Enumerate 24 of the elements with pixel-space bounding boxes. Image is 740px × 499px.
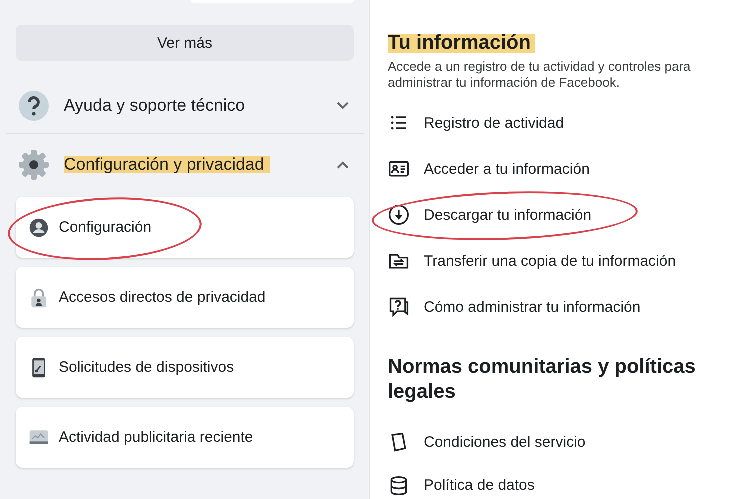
gear-icon — [18, 149, 50, 181]
menu-label: Accesos directos de privacidad — [59, 289, 266, 306]
question-bubble-icon — [388, 296, 410, 318]
menu-card[interactable]: Actividad publicitaria reciente — [16, 407, 354, 468]
section-description: Accede a un registro de tu actividad y controles para administrar tu información de Facebook. — [388, 59, 692, 91]
section-title: Normas comunitarias y políticas legales — [388, 355, 697, 405]
menu-card[interactable]: Solicitudes de dispositivos — [16, 337, 354, 398]
menu-link[interactable]: Registro de actividad — [424, 114, 564, 132]
menu-card[interactable]: Accesos directos de privacidad — [16, 267, 354, 328]
section-label[interactable]: Ayuda y soporte técnico — [64, 94, 252, 117]
download-icon — [388, 204, 410, 226]
menu-link[interactable]: Condiciones del servicio — [424, 434, 586, 451]
menu-label: Actividad publicitaria reciente — [59, 429, 254, 446]
menu-label: Configuración — [59, 219, 152, 236]
person-icon — [28, 216, 50, 238]
menu-link[interactable]: Política de datos — [424, 477, 535, 494]
menu-link[interactable]: Descargar tu información — [424, 206, 592, 224]
database-icon — [388, 474, 410, 496]
menu-label: Solicitudes de dispositivos — [59, 359, 234, 376]
menu-link[interactable]: Cómo administrar tu información — [424, 298, 641, 316]
question-icon — [18, 90, 50, 122]
menu-link[interactable]: Acceder a tu información — [424, 160, 590, 178]
menu-link[interactable]: Transferir una copia de tu información — [424, 252, 676, 270]
see-more-button[interactable]: Ver más — [16, 25, 354, 61]
